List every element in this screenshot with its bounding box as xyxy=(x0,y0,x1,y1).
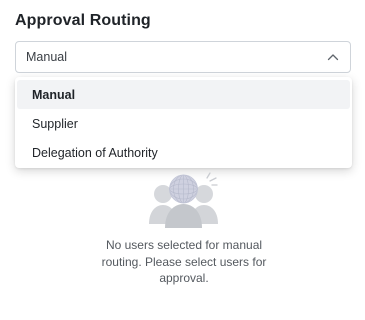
approval-routing-panel: Approval Routing Manual Manual Supplier … xyxy=(0,0,365,320)
empty-state: No users selected for manual routing. Pl… xyxy=(0,170,365,320)
menu-option-label: Supplier xyxy=(32,116,78,131)
empty-state-message: No users selected for manual routing. Pl… xyxy=(101,238,267,285)
routing-select[interactable]: Manual xyxy=(15,41,351,73)
menu-option-delegation-of-authority[interactable]: Delegation of Authority xyxy=(17,138,350,167)
routing-options-menu: Manual Supplier Delegation of Authority xyxy=(15,77,352,168)
routing-select-value: Manual xyxy=(26,50,67,64)
chevron-up-icon xyxy=(326,50,340,64)
menu-option-manual[interactable]: Manual xyxy=(17,80,350,109)
menu-option-label: Manual xyxy=(32,87,76,102)
section-title: Approval Routing xyxy=(15,12,151,29)
menu-option-label: Delegation of Authority xyxy=(32,145,158,160)
users-group-icon xyxy=(146,172,222,230)
menu-option-supplier[interactable]: Supplier xyxy=(17,109,350,138)
